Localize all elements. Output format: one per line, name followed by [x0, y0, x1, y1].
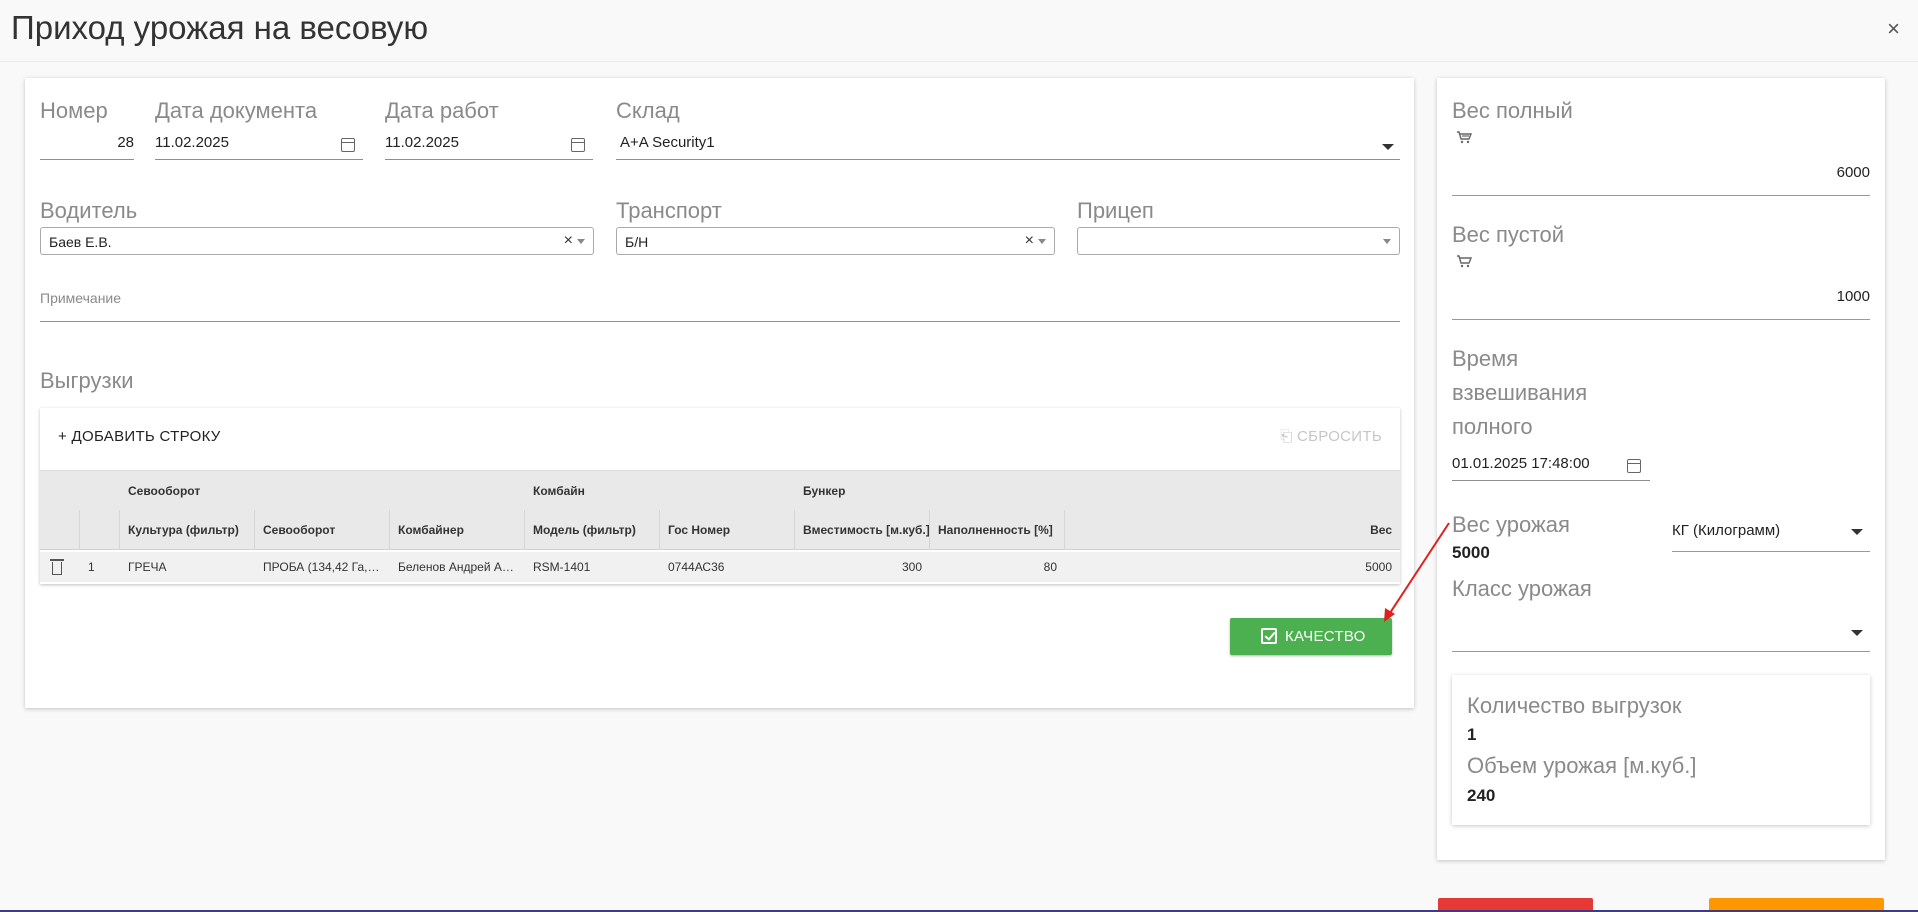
annotation-arrow — [1384, 522, 1450, 622]
